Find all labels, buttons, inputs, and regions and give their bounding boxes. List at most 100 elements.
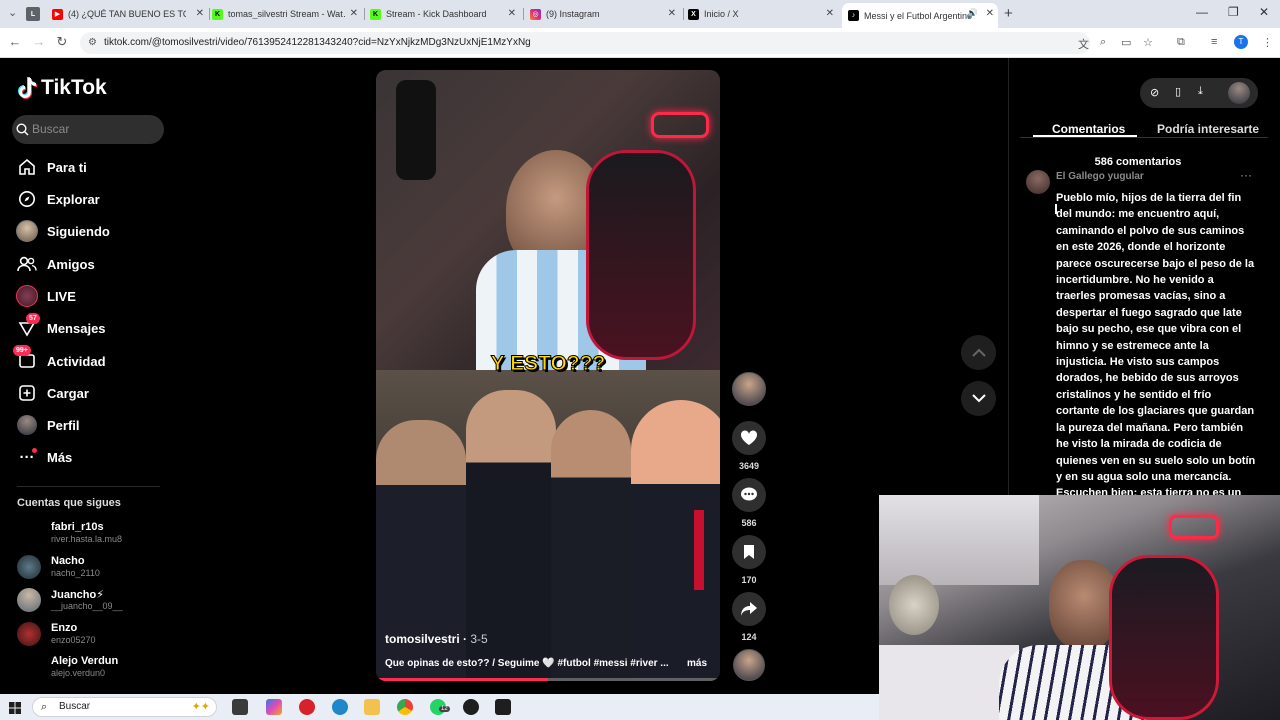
tab-podria-interesarte[interactable]: Podría interesarte bbox=[1157, 122, 1259, 136]
bookmark-star-icon[interactable]: ☆ bbox=[1143, 36, 1153, 49]
tab-x[interactable]: X Inicio / X ✕ bbox=[688, 3, 838, 25]
close-icon[interactable]: ✕ bbox=[668, 8, 676, 19]
share-button[interactable]: 124 bbox=[732, 592, 766, 642]
edge-icon[interactable] bbox=[332, 699, 348, 715]
obs-icon[interactable] bbox=[463, 699, 479, 715]
close-icon[interactable]: ✕ bbox=[196, 8, 204, 19]
close-icon[interactable]: ✕ bbox=[986, 8, 994, 19]
mobile-icon[interactable]: ▯ bbox=[1175, 85, 1181, 98]
media-icon[interactable]: ≡ bbox=[1211, 36, 1217, 48]
avatar bbox=[732, 372, 766, 406]
app-icon[interactable] bbox=[299, 699, 315, 715]
more-button[interactable]: más bbox=[687, 658, 707, 669]
window-close-button[interactable]: ✕ bbox=[1259, 5, 1269, 19]
site-info-icon[interactable]: ⚙ bbox=[88, 32, 97, 54]
following-item[interactable]: Nacho nacho_2110 bbox=[17, 555, 177, 581]
sidebar-item-actividad[interactable]: 99+ Actividad bbox=[13, 345, 106, 373]
copilot-icon[interactable] bbox=[266, 699, 282, 715]
live-avatar-icon bbox=[16, 285, 38, 307]
app-icon[interactable] bbox=[495, 699, 511, 715]
video-progress-bar[interactable] bbox=[376, 678, 720, 681]
sound-avatar[interactable] bbox=[732, 649, 766, 681]
sidebar-item-perfil[interactable]: Perfil bbox=[16, 413, 80, 437]
sidebar-item-mensajes[interactable]: 57 Mensajes bbox=[16, 313, 106, 340]
extensions-icon[interactable]: ⧉ bbox=[1177, 36, 1185, 49]
windows-start-icon[interactable] bbox=[9, 701, 21, 714]
following-name: fabri_r10s bbox=[51, 521, 104, 533]
following-username: enzo05270 bbox=[51, 635, 96, 645]
webcam-overlay bbox=[879, 495, 1280, 720]
url-field[interactable]: ⚙ tiktok.com/@tomosilvestri/video/761395… bbox=[80, 32, 1090, 54]
task-view-icon[interactable] bbox=[232, 699, 248, 715]
following-item[interactable]: Alejo Verdun alejo.verdun0 bbox=[17, 655, 177, 681]
close-icon[interactable]: ✕ bbox=[826, 8, 834, 19]
kick-icon: K bbox=[212, 8, 223, 20]
next-video-button[interactable] bbox=[961, 381, 996, 416]
avatar[interactable] bbox=[1026, 170, 1050, 194]
tiktok-logo[interactable]: TikTok bbox=[17, 76, 107, 100]
menu-label: Perfil bbox=[47, 417, 80, 433]
close-icon[interactable]: ✕ bbox=[350, 8, 358, 19]
search-input[interactable]: Buscar bbox=[12, 115, 164, 144]
minimize-button[interactable]: — bbox=[1196, 5, 1208, 19]
sidebar-item-para-ti[interactable]: Para ti bbox=[16, 155, 87, 179]
creator-avatar[interactable] bbox=[732, 372, 766, 406]
copilot-sparkle-icon: ✦✦ bbox=[191, 701, 210, 713]
sidebar-item-live[interactable]: LIVE bbox=[16, 284, 76, 308]
menu-label: Cargar bbox=[47, 385, 89, 401]
comment-username[interactable]: El Gallego yugular bbox=[1056, 171, 1144, 182]
new-tab-button[interactable]: + bbox=[1004, 5, 1013, 22]
taskbar-search-label: Buscar bbox=[59, 701, 91, 712]
panel-tab-divider bbox=[1020, 137, 1268, 138]
back-button[interactable]: ← bbox=[6, 34, 24, 49]
sidebar-item-amigos[interactable]: Amigos bbox=[16, 252, 95, 276]
tab-list-icon[interactable]: ⌄ bbox=[8, 6, 17, 19]
tab-profile[interactable]: L bbox=[26, 3, 48, 25]
whatsapp-icon[interactable]: 12 bbox=[430, 699, 450, 715]
translate-icon[interactable]: 文 bbox=[1078, 36, 1089, 52]
sidebar-divider bbox=[17, 486, 160, 487]
browser-profile-avatar[interactable]: T bbox=[1234, 35, 1248, 49]
following-item[interactable]: fabri_r10s river.hasta.la.mu8 bbox=[17, 521, 177, 547]
avatar bbox=[17, 655, 41, 679]
browser-menu-icon[interactable]: ⋮ bbox=[1262, 36, 1273, 49]
tab-comentarios[interactable]: Comentarios bbox=[1052, 122, 1125, 136]
sidebar-item-mas[interactable]: ··· Más bbox=[16, 445, 72, 469]
tab-kick-dashboard[interactable]: K Stream - Kick Dashboard ✕ bbox=[370, 3, 520, 25]
compass-icon[interactable]: ⊘ bbox=[1150, 86, 1159, 99]
cast-icon[interactable]: ▭ bbox=[1121, 36, 1131, 49]
speaker-icon[interactable]: 🔊 bbox=[967, 8, 978, 19]
following-item[interactable]: Juancho⚡ __juancho__09__ bbox=[17, 588, 177, 614]
chrome-icon[interactable] bbox=[397, 699, 413, 715]
tab-youtube[interactable]: ▶ (4) ¿QUÉ TAN BUENO ES TOMA… ✕ bbox=[52, 3, 208, 25]
tab-instagram[interactable]: ◎ (9) Instagram ✕ bbox=[530, 3, 680, 25]
more-options-icon[interactable]: ··· bbox=[1240, 168, 1252, 182]
save-count: 170 bbox=[741, 575, 757, 585]
following-item[interactable]: Enzo enzo05270 bbox=[17, 622, 177, 648]
close-icon[interactable]: ✕ bbox=[508, 8, 516, 19]
file-explorer-icon[interactable] bbox=[364, 699, 380, 715]
reload-button[interactable]: ↻ bbox=[53, 34, 71, 50]
author-name: tomosilvestri bbox=[385, 632, 460, 646]
kick-icon: K bbox=[370, 8, 381, 20]
user-avatar[interactable] bbox=[1228, 82, 1250, 104]
following-name: Nacho bbox=[51, 555, 85, 567]
save-button[interactable]: 170 bbox=[732, 535, 766, 585]
sidebar-item-cargar[interactable]: Cargar bbox=[16, 381, 89, 405]
zoom-icon[interactable]: ⌕ bbox=[1100, 36, 1106, 49]
like-button[interactable]: 3649 bbox=[732, 421, 766, 471]
tab-tiktok-active[interactable]: ♪ Messi y el Futbol Argentino 🔊 ✕ bbox=[842, 3, 998, 28]
previous-video-button[interactable] bbox=[961, 335, 996, 370]
tab-kick-stream[interactable]: K tomas_silvestri Stream - Wat… ✕ bbox=[212, 3, 362, 25]
forward-button[interactable]: → bbox=[30, 34, 48, 49]
share-count: 124 bbox=[741, 632, 757, 642]
sidebar-item-siguiendo[interactable]: Siguiendo bbox=[16, 219, 110, 243]
video-player[interactable]: Y ESTO??? tomosilvestri · 3-5 Que opinas… bbox=[376, 70, 720, 681]
more-dots-icon: ··· bbox=[16, 446, 38, 468]
sidebar-item-explorar[interactable]: Explorar bbox=[16, 187, 100, 211]
video-author[interactable]: tomosilvestri · 3-5 bbox=[385, 632, 488, 646]
download-icon[interactable]: ⤓ bbox=[1198, 85, 1203, 98]
taskbar-search[interactable]: ⌕ Buscar ✦✦ bbox=[32, 697, 217, 717]
comment-button[interactable]: 586 bbox=[732, 478, 766, 528]
maximize-button[interactable]: ❐ bbox=[1228, 5, 1239, 19]
